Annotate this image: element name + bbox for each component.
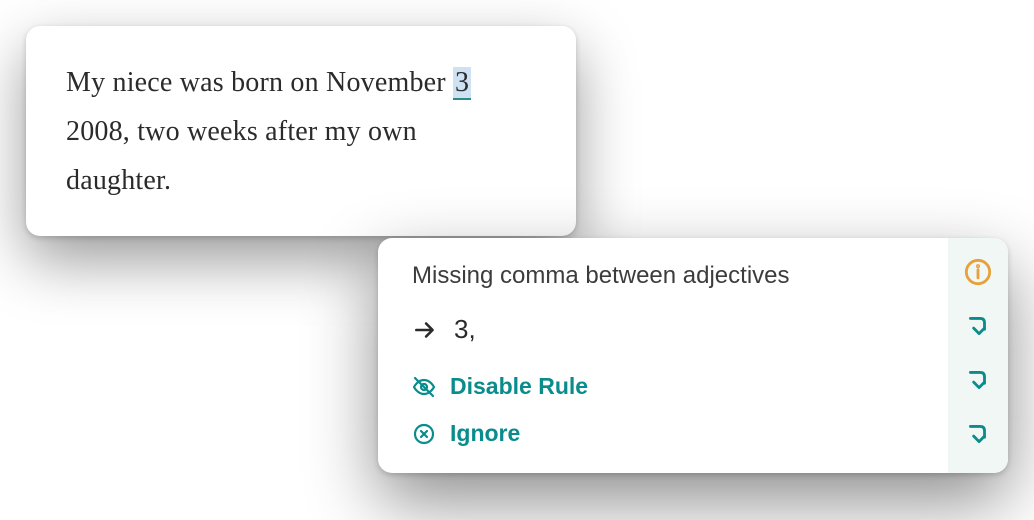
rule-title: Missing comma between adjectives [412, 262, 920, 290]
suggestion-text: 3, [454, 314, 476, 345]
editor-card: My niece was born on November 3 2008, tw… [26, 26, 576, 236]
ignore-button[interactable]: Ignore [412, 420, 920, 447]
disable-rule-button[interactable]: Disable Rule [412, 373, 920, 400]
highlighted-token[interactable]: 3 [453, 67, 471, 100]
info-icon[interactable] [964, 258, 992, 286]
disable-rule-label: Disable Rule [450, 373, 588, 400]
ignore-label: Ignore [450, 420, 520, 447]
next-suggestion-icon[interactable] [964, 312, 992, 340]
apply-suggestion-button[interactable]: 3, [412, 314, 920, 345]
arrow-right-icon [412, 317, 438, 343]
eye-off-icon [412, 375, 436, 399]
suggestion-popup: Missing comma between adjectives 3, Disa… [378, 238, 1008, 473]
popup-sidebar [948, 238, 1008, 473]
popup-main: Missing comma between adjectives 3, Disa… [378, 238, 948, 473]
text-after: 2008, two weeks after my own daughter. [66, 116, 417, 196]
x-circle-icon [412, 422, 436, 446]
text-before: My niece was born on November [66, 67, 453, 98]
next-suggestion-icon[interactable] [964, 366, 992, 394]
next-suggestion-icon[interactable] [964, 420, 992, 448]
editor-text[interactable]: My niece was born on November 3 2008, tw… [66, 58, 528, 205]
